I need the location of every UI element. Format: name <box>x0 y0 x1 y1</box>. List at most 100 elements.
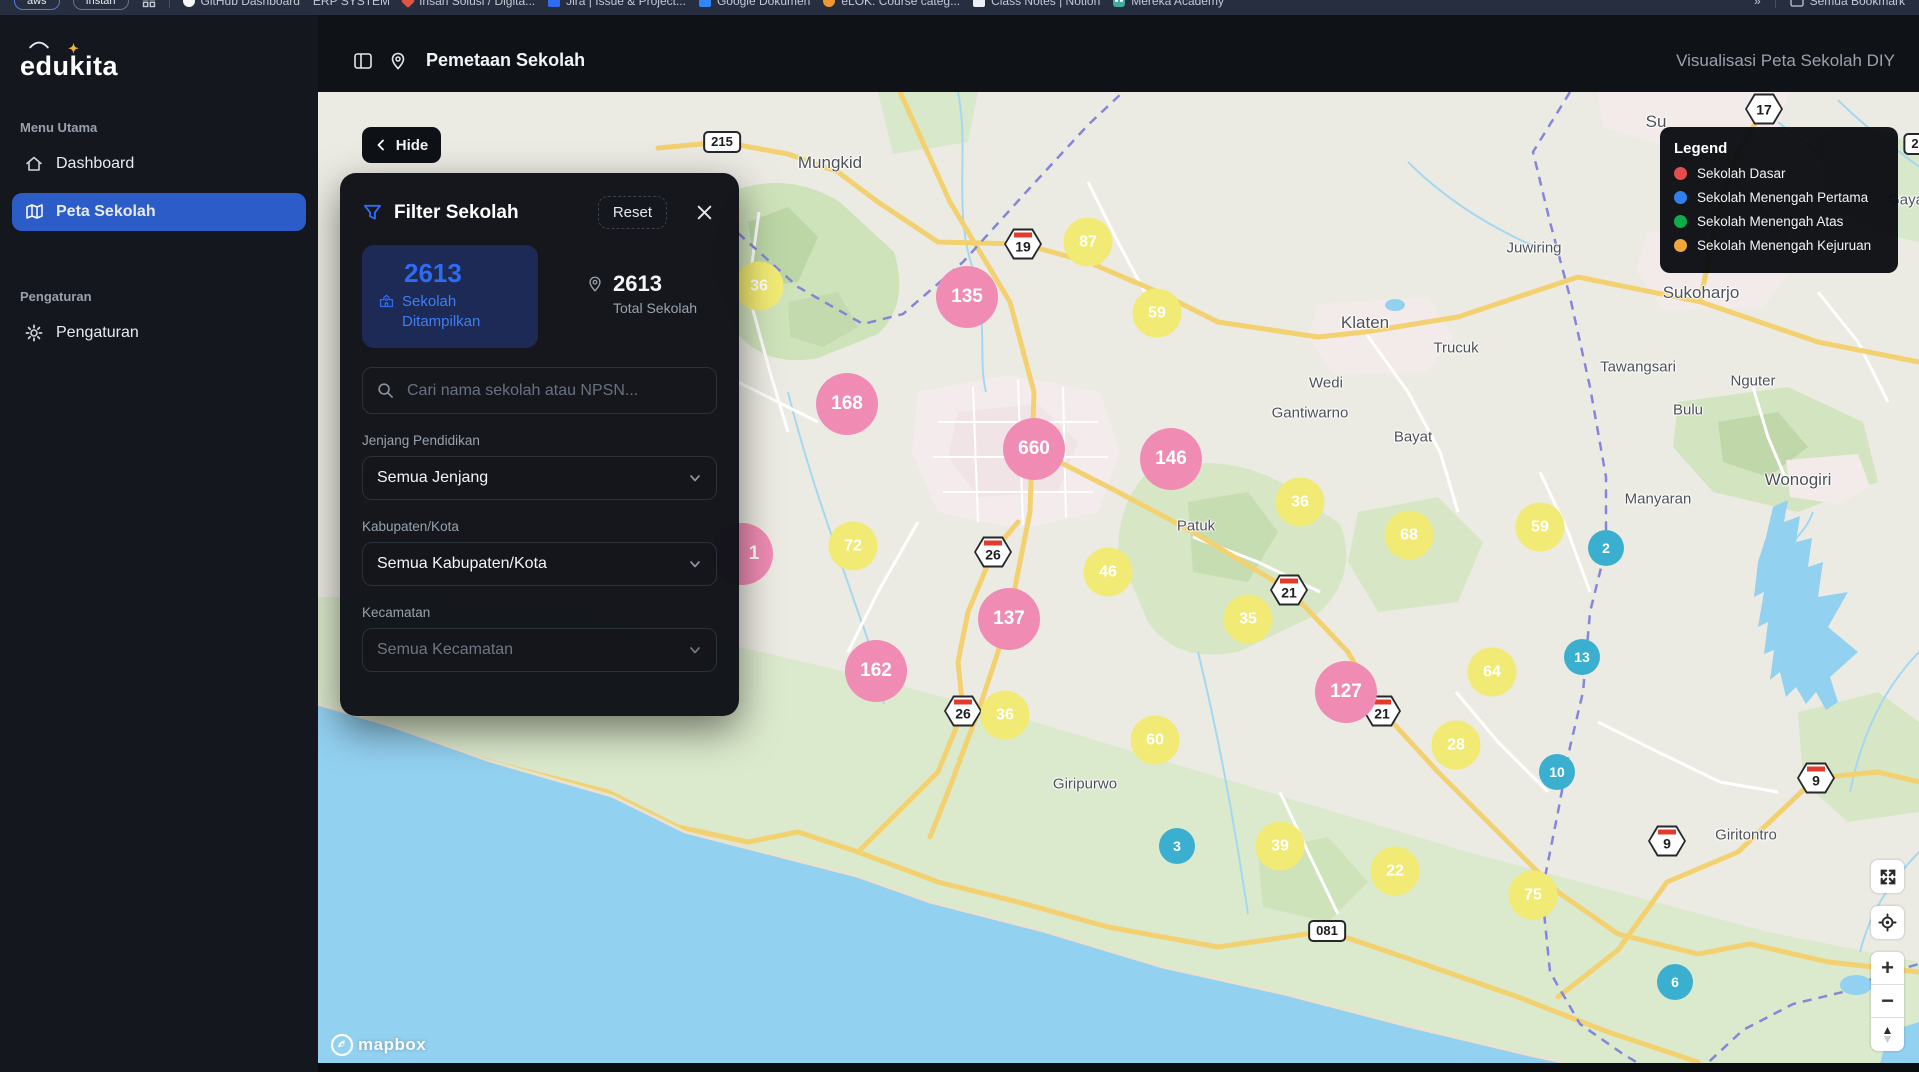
school-cluster-marker[interactable]: 3 <box>1159 828 1195 864</box>
map-place-label: Mungkid <box>798 153 862 173</box>
compass-icon: ▲▼ <box>1882 1026 1894 1044</box>
home-icon <box>24 154 44 174</box>
school-cluster-marker[interactable]: 146 <box>1140 428 1202 490</box>
school-cluster-marker[interactable]: 59 <box>1133 289 1182 338</box>
logo-sparkle-icon: ✦ <box>68 41 79 57</box>
legend-item: Sekolah Menengah Pertama <box>1674 190 1884 205</box>
school-cluster-marker[interactable]: 64 <box>1468 648 1517 697</box>
sidebar-section-menu-utama: Menu Utama <box>0 120 318 135</box>
sidebar-section-pengaturan: Pengaturan <box>0 289 318 304</box>
all-bookmarks-button[interactable]: Semua Bookmark <box>1790 0 1905 8</box>
compass-button[interactable]: ▲▼ <box>1871 1018 1904 1051</box>
shown-schools-card: 2613 Sekolah Ditampilkan <box>362 245 538 348</box>
map-place-label: Sukoharjo <box>1663 283 1740 303</box>
school-cluster-marker[interactable]: 35 <box>1224 595 1273 644</box>
school-cluster-marker[interactable]: 39 <box>1256 822 1305 871</box>
fullscreen-control[interactable] <box>1871 860 1904 893</box>
chevron-down-icon <box>688 643 702 657</box>
bookmark-item[interactable]: Class Notes | Notion <box>973 0 1100 8</box>
mapbox-attribution[interactable]: mapbox <box>331 1034 426 1056</box>
school-cluster-marker[interactable]: 72 <box>829 522 878 571</box>
school-cluster-marker[interactable]: 2 <box>1588 530 1624 566</box>
app-logo: edukita ✦ <box>0 15 318 82</box>
locate-target-icon <box>1878 913 1897 932</box>
bookmark-item[interactable]: Insan Solusi / Digita... <box>403 0 535 8</box>
zoom-in-button[interactable]: + <box>1871 952 1904 985</box>
filter-panel-title: Filter Sekolah <box>394 202 587 224</box>
map-place-label: Giripurwo <box>1053 776 1117 793</box>
school-cluster-marker[interactable]: 127 <box>1315 661 1377 723</box>
road-shield: 081 <box>1308 920 1346 942</box>
jenjang-select[interactable]: Semua Jenjang <box>362 456 717 500</box>
page-title: Pemetaan Sekolah <box>426 50 585 71</box>
school-cluster-marker[interactable]: 36 <box>735 262 784 311</box>
school-cluster-marker[interactable]: 60 <box>1131 716 1180 765</box>
geolocate-control[interactable] <box>1871 906 1904 939</box>
school-cluster-marker[interactable]: 28 <box>1432 721 1481 770</box>
location-pin-icon <box>388 51 408 71</box>
legend-item: Sekolah Menengah Atas <box>1674 214 1884 229</box>
sidebar: edukita ✦ Menu Utama Dashboard Peta Seko… <box>0 15 318 1072</box>
bookmark-item[interactable]: eLOK: Course categ... <box>823 0 960 8</box>
school-cluster-marker[interactable]: 13 <box>1564 639 1600 675</box>
sidebar-toggle-icon[interactable] <box>352 50 374 72</box>
kabupaten-select[interactable]: Semua Kabupaten/Kota <box>362 542 717 586</box>
bookmark-pill[interactable]: Instan <box>73 0 129 10</box>
map-canvas[interactable]: MungkidKlatenTrucukWediGantiwarnoBayatJu… <box>318 92 1919 1072</box>
fullscreen-icon <box>1879 868 1897 886</box>
school-cluster-marker[interactable]: 137 <box>978 588 1040 650</box>
legend-label: Sekolah Menengah Pertama <box>1697 190 1868 205</box>
zoom-out-button[interactable]: − <box>1871 985 1904 1018</box>
kabupaten-value: Semua Kabupaten/Kota <box>377 555 688 573</box>
chevron-down-icon <box>688 557 702 571</box>
legend-label: Sekolah Menengah Atas <box>1697 214 1843 229</box>
school-cluster-marker[interactable]: 168 <box>816 373 878 435</box>
school-cluster-marker[interactable]: 660 <box>1003 418 1065 480</box>
apps-grid-icon[interactable] <box>142 0 156 8</box>
map-place-label: Giritontro <box>1715 827 1777 844</box>
kecamatan-select[interactable]: Semua Kecamatan <box>362 628 717 672</box>
bookmark-item[interactable]: Jira | Issue & Project... <box>548 0 686 8</box>
hide-panel-button[interactable]: Hide <box>362 127 441 163</box>
school-cluster-marker[interactable]: 135 <box>936 266 998 328</box>
school-cluster-marker[interactable]: 10 <box>1539 754 1575 790</box>
school-cluster-marker[interactable]: 46 <box>1084 548 1133 597</box>
road-shield: 19 <box>1004 229 1042 260</box>
sidebar-item-dashboard[interactable]: Dashboard <box>12 145 306 183</box>
app-root: aws Instan GitHub Dashboard ERP SYSTEM Insan… <box>0 0 1919 1072</box>
sidebar-item-peta-sekolah[interactable]: Peta Sekolah <box>12 193 306 231</box>
school-cluster-marker[interactable]: 87 <box>1064 218 1113 267</box>
road-shield: 9 <box>1797 763 1835 794</box>
bookmark-pill[interactable]: aws <box>14 0 60 10</box>
bookmark-item[interactable]: Google Dokumen <box>699 0 810 8</box>
school-cluster-marker[interactable]: 22 <box>1371 847 1420 896</box>
sidebar-item-pengaturan[interactable]: Pengaturan <box>12 314 306 352</box>
road-shield: 2 <box>1903 133 1919 155</box>
filter-panel: Filter Sekolah Reset 2613 <box>340 173 739 716</box>
close-panel-button[interactable] <box>696 204 713 221</box>
chevron-down-icon <box>688 471 702 485</box>
school-cluster-marker[interactable]: 36 <box>1276 478 1325 527</box>
school-cluster-marker[interactable]: 75 <box>1509 871 1558 920</box>
legend-label: Sekolah Menengah Kejuruan <box>1697 238 1871 253</box>
bookmark-favicon <box>1113 0 1125 7</box>
school-cluster-marker[interactable]: 162 <box>845 640 907 702</box>
bookmarks-overflow-button[interactable]: » <box>1754 0 1761 8</box>
browser-bookmarks-bar: aws Instan GitHub Dashboard ERP SYSTEM Insan… <box>0 0 1919 15</box>
school-cluster-marker[interactable]: 59 <box>1516 503 1565 552</box>
school-search-input[interactable] <box>362 367 717 414</box>
road-shield: 9 <box>1648 826 1686 857</box>
reset-button[interactable]: Reset <box>598 196 667 229</box>
school-cluster-marker[interactable]: 36 <box>981 691 1030 740</box>
map-place-label: Manyaran <box>1625 491 1692 508</box>
school-cluster-marker[interactable]: 6 <box>1657 964 1693 1000</box>
legend-item: Sekolah Dasar <box>1674 166 1884 181</box>
bookmark-item[interactable]: GitHub Dashboard <box>183 0 300 8</box>
bookmark-item[interactable]: Mereka Academy <box>1113 0 1224 8</box>
mapbox-logo-icon <box>331 1034 353 1056</box>
school-cluster-marker[interactable]: 68 <box>1385 511 1434 560</box>
shown-schools-count: 2613 <box>404 258 526 289</box>
road-shield: 17 <box>1745 94 1783 125</box>
bookmark-favicon <box>183 0 195 7</box>
bookmark-item[interactable]: ERP SYSTEM <box>313 0 390 8</box>
